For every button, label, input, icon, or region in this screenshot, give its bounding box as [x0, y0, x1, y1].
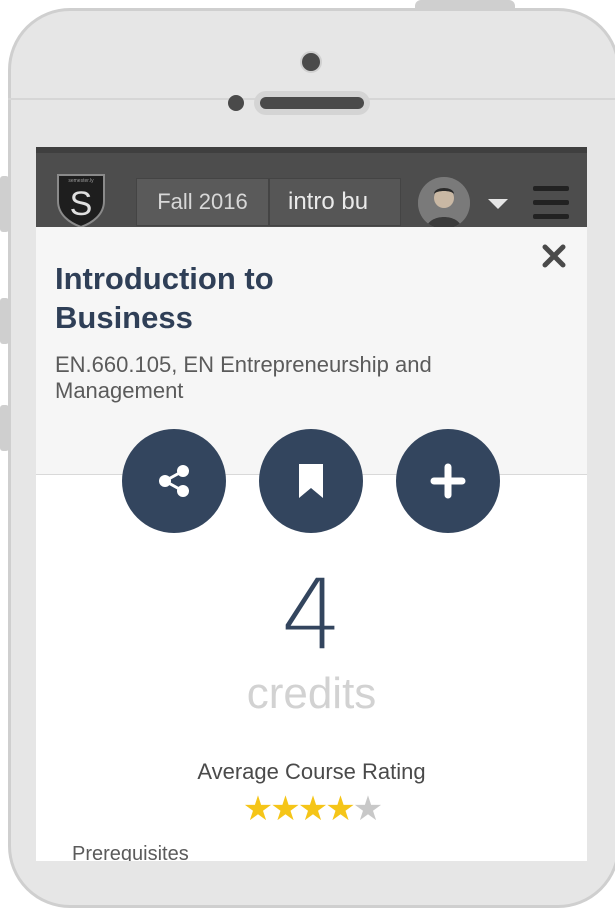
star-rating: ★★★★★ — [36, 789, 587, 829]
save-course-button[interactable] — [259, 429, 363, 533]
add-course-button[interactable] — [396, 429, 500, 533]
hamburger-line — [533, 186, 569, 191]
earpiece-speaker — [254, 91, 370, 115]
prerequisites-label: Prerequisites — [72, 843, 189, 861]
course-title: Introduction to Business — [55, 261, 274, 335]
user-avatar[interactable] — [418, 177, 470, 229]
power-button — [415, 0, 515, 10]
star-filled-icon: ★ — [325, 790, 356, 828]
hamburger-icon[interactable] — [533, 186, 569, 220]
semester-selector[interactable]: Fall 2016 — [136, 178, 269, 226]
credits-value: 4 — [280, 559, 343, 671]
proximity-sensor — [228, 95, 244, 111]
semesterly-logo[interactable]: semester.ly S — [52, 171, 110, 229]
hamburger-line — [533, 200, 569, 205]
share-button[interactable] — [122, 429, 226, 533]
bookmark-icon — [299, 464, 323, 498]
star-filled-icon: ★ — [270, 790, 301, 828]
plus-icon — [430, 463, 466, 499]
phone-screen: semester.ly S Fall 2016 Introduction to … — [36, 147, 587, 861]
star-empty-icon: ★ — [352, 790, 384, 828]
logo-letter: S — [70, 185, 93, 223]
avatar-photo — [418, 177, 470, 229]
star-filled-icon: ★ — [242, 790, 274, 828]
volume-down-button — [0, 405, 9, 451]
volume-up-button — [0, 298, 9, 344]
top-navbar: semester.ly S Fall 2016 — [36, 147, 587, 229]
logo-wordmark: semester.ly — [68, 178, 94, 184]
close-icon[interactable] — [539, 241, 569, 271]
course-search-input[interactable] — [269, 178, 401, 226]
credits-label: credits — [246, 669, 377, 718]
chevron-down-icon[interactable] — [488, 199, 508, 209]
share-icon — [159, 465, 189, 497]
star-filled-icon: ★ — [297, 790, 329, 828]
course-subtitle: EN.660.105, EN Entrepreneurship and Mana… — [55, 352, 432, 403]
hamburger-line — [533, 214, 569, 219]
mute-switch — [0, 176, 9, 232]
front-camera — [300, 51, 322, 73]
rating-title: Average Course Rating — [197, 759, 426, 784]
